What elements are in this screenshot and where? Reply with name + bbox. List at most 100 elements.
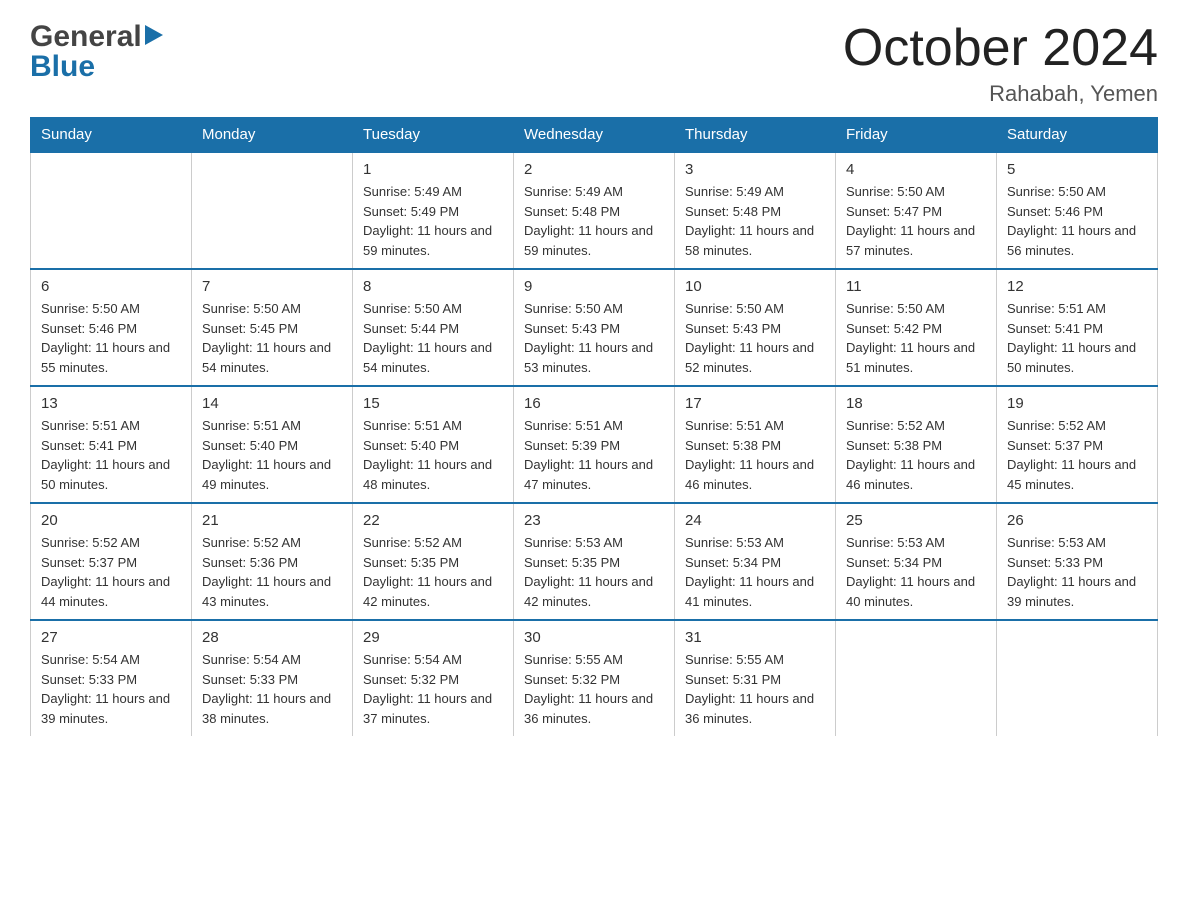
day-of-week-header: Monday [192, 118, 353, 153]
day-info: Sunrise: 5:55 AMSunset: 5:32 PMDaylight:… [524, 650, 664, 728]
calendar-cell: 28Sunrise: 5:54 AMSunset: 5:33 PMDayligh… [192, 620, 353, 736]
day-info: Sunrise: 5:51 AMSunset: 5:40 PMDaylight:… [202, 416, 342, 494]
calendar-week-row: 27 Sunrise: 5:54 AMSunset: 5:33 PMDayligh… [31, 620, 1158, 736]
day-info: Sunrise: 5:50 AMSunset: 5:46 PMDaylight:… [1007, 182, 1147, 260]
day-info: Sunrise: 5:53 AMSunset: 5:33 PMDaylight:… [1007, 533, 1147, 611]
day-info: Sunrise: 5:50 AMSunset: 5:43 PMDaylight:… [685, 299, 825, 377]
day-info: Sunrise: 5:53 AMSunset: 5:34 PMDaylight:… [685, 533, 825, 611]
calendar-cell [192, 152, 353, 269]
day-info: Sunrise: 5:50 AMSunset: 5:47 PMDaylight:… [846, 182, 986, 260]
day-info: Sunrise: 5:49 AMSunset: 5:48 PMDaylight:… [685, 182, 825, 260]
day-number: 26 [1007, 512, 1147, 529]
calendar-cell: 27 Sunrise: 5:54 AMSunset: 5:33 PMDayligh… [31, 620, 192, 736]
day-number: 2 [524, 161, 664, 178]
calendar-cell: 31 Sunrise: 5:55 AMSunset: 5:31 PMDayligh… [675, 620, 836, 736]
calendar-cell: 19 Sunrise: 5:52 AMSunset: 5:37 PMDayligh… [997, 386, 1158, 503]
calendar-cell: 30 Sunrise: 5:55 AMSunset: 5:32 PMDayligh… [514, 620, 675, 736]
day-of-week-header: Wednesday [514, 118, 675, 153]
day-info: Sunrise: 5:50 AMSunset: 5:45 PMDaylight:… [202, 299, 342, 377]
title-block: October 2024 Rahabah, Yemen [843, 20, 1158, 107]
day-number: 15 [363, 395, 503, 412]
day-number: 12 [1007, 278, 1147, 295]
logo-blue-text: Blue [30, 50, 95, 84]
day-number: 30 [524, 629, 664, 646]
day-info: Sunrise: 5:49 AMSunset: 5:48 PMDaylight:… [524, 182, 664, 260]
day-number: 29 [363, 629, 503, 646]
calendar-cell: 12 Sunrise: 5:51 AMSunset: 5:41 PMDayligh… [997, 269, 1158, 386]
calendar-cell: 5 Sunrise: 5:50 AMSunset: 5:46 PMDaylight… [997, 152, 1158, 269]
day-info: Sunrise: 5:49 AMSunset: 5:49 PMDaylight:… [363, 182, 503, 260]
day-of-week-header: Sunday [31, 118, 192, 153]
page-header: General Blue October 2024 Rahabah, Yemen [30, 20, 1158, 107]
logo-arrow-icon [145, 25, 163, 50]
calendar-cell [836, 620, 997, 736]
day-info: Sunrise: 5:53 AMSunset: 5:34 PMDaylight:… [846, 533, 986, 611]
calendar-week-row: 6Sunrise: 5:50 AMSunset: 5:46 PMDaylight… [31, 269, 1158, 386]
day-number: 27 [41, 629, 181, 646]
day-info: Sunrise: 5:51 AMSunset: 5:39 PMDaylight:… [524, 416, 664, 494]
location-text: Rahabah, Yemen [843, 81, 1158, 107]
day-number: 4 [846, 161, 986, 178]
calendar-cell: 29 Sunrise: 5:54 AMSunset: 5:32 PMDayligh… [353, 620, 514, 736]
day-number: 20 [41, 512, 181, 529]
day-info: Sunrise: 5:52 AMSunset: 5:37 PMDaylight:… [1007, 416, 1147, 494]
calendar-cell: 3 Sunrise: 5:49 AMSunset: 5:48 PMDaylight… [675, 152, 836, 269]
day-number: 23 [524, 512, 664, 529]
calendar-week-row: 1Sunrise: 5:49 AMSunset: 5:49 PMDaylight… [31, 152, 1158, 269]
day-number: 16 [524, 395, 664, 412]
day-number: 24 [685, 512, 825, 529]
day-info: Sunrise: 5:55 AMSunset: 5:31 PMDaylight:… [685, 650, 825, 728]
calendar-cell: 4 Sunrise: 5:50 AMSunset: 5:47 PMDaylight… [836, 152, 997, 269]
day-info: Sunrise: 5:51 AMSunset: 5:38 PMDaylight:… [685, 416, 825, 494]
calendar-cell: 11Sunrise: 5:50 AMSunset: 5:42 PMDayligh… [836, 269, 997, 386]
day-info: Sunrise: 5:54 AMSunset: 5:32 PMDaylight:… [363, 650, 503, 728]
day-number: 9 [524, 278, 664, 295]
day-info: Sunrise: 5:52 AMSunset: 5:36 PMDaylight:… [202, 533, 342, 611]
day-of-week-header: Thursday [675, 118, 836, 153]
day-number: 3 [685, 161, 825, 178]
calendar-cell: 16 Sunrise: 5:51 AMSunset: 5:39 PMDayligh… [514, 386, 675, 503]
day-number: 10 [685, 278, 825, 295]
day-number: 18 [846, 395, 986, 412]
calendar-cell: 20 Sunrise: 5:52 AMSunset: 5:37 PMDayligh… [31, 503, 192, 620]
day-info: Sunrise: 5:51 AMSunset: 5:41 PMDaylight:… [41, 416, 181, 494]
calendar-cell: 24 Sunrise: 5:53 AMSunset: 5:34 PMDayligh… [675, 503, 836, 620]
calendar-table: SundayMondayTuesdayWednesdayThursdayFrid… [30, 117, 1158, 736]
day-info: Sunrise: 5:52 AMSunset: 5:37 PMDaylight:… [41, 533, 181, 611]
logo: General Blue [30, 20, 163, 84]
calendar-cell: 21 Sunrise: 5:52 AMSunset: 5:36 PMDayligh… [192, 503, 353, 620]
day-info: Sunrise: 5:50 AMSunset: 5:42 PMDaylight:… [846, 299, 986, 377]
day-number: 7 [202, 278, 342, 295]
day-number: 31 [685, 629, 825, 646]
day-info: Sunrise: 5:54 AMSunset: 5:33 PMDaylight:… [41, 650, 181, 728]
calendar-week-row: 20 Sunrise: 5:52 AMSunset: 5:37 PMDayligh… [31, 503, 1158, 620]
calendar-cell: 14 Sunrise: 5:51 AMSunset: 5:40 PMDayligh… [192, 386, 353, 503]
calendar-cell: 25Sunrise: 5:53 AMSunset: 5:34 PMDayligh… [836, 503, 997, 620]
calendar-cell: 8 Sunrise: 5:50 AMSunset: 5:44 PMDaylight… [353, 269, 514, 386]
day-number: 19 [1007, 395, 1147, 412]
day-number: 5 [1007, 161, 1147, 178]
day-of-week-header: Saturday [997, 118, 1158, 153]
calendar-cell: 17 Sunrise: 5:51 AMSunset: 5:38 PMDayligh… [675, 386, 836, 503]
day-number: 21 [202, 512, 342, 529]
day-number: 6 [41, 278, 181, 295]
day-of-week-header: Friday [836, 118, 997, 153]
calendar-cell: 2 Sunrise: 5:49 AMSunset: 5:48 PMDaylight… [514, 152, 675, 269]
calendar-cell [31, 152, 192, 269]
calendar-cell: 7 Sunrise: 5:50 AMSunset: 5:45 PMDaylight… [192, 269, 353, 386]
day-number: 8 [363, 278, 503, 295]
calendar-cell: 18Sunrise: 5:52 AMSunset: 5:38 PMDayligh… [836, 386, 997, 503]
day-number: 14 [202, 395, 342, 412]
day-info: Sunrise: 5:50 AMSunset: 5:44 PMDaylight:… [363, 299, 503, 377]
day-info: Sunrise: 5:51 AMSunset: 5:40 PMDaylight:… [363, 416, 503, 494]
calendar-week-row: 13Sunrise: 5:51 AMSunset: 5:41 PMDayligh… [31, 386, 1158, 503]
calendar-cell: 9Sunrise: 5:50 AMSunset: 5:43 PMDaylight… [514, 269, 675, 386]
calendar-cell: 1Sunrise: 5:49 AMSunset: 5:49 PMDaylight… [353, 152, 514, 269]
day-number: 17 [685, 395, 825, 412]
calendar-cell [997, 620, 1158, 736]
calendar-cell: 26 Sunrise: 5:53 AMSunset: 5:33 PMDayligh… [997, 503, 1158, 620]
day-info: Sunrise: 5:54 AMSunset: 5:33 PMDaylight:… [202, 650, 342, 728]
day-info: Sunrise: 5:51 AMSunset: 5:41 PMDaylight:… [1007, 299, 1147, 377]
calendar-cell: 13Sunrise: 5:51 AMSunset: 5:41 PMDayligh… [31, 386, 192, 503]
calendar-cell: 10 Sunrise: 5:50 AMSunset: 5:43 PMDayligh… [675, 269, 836, 386]
